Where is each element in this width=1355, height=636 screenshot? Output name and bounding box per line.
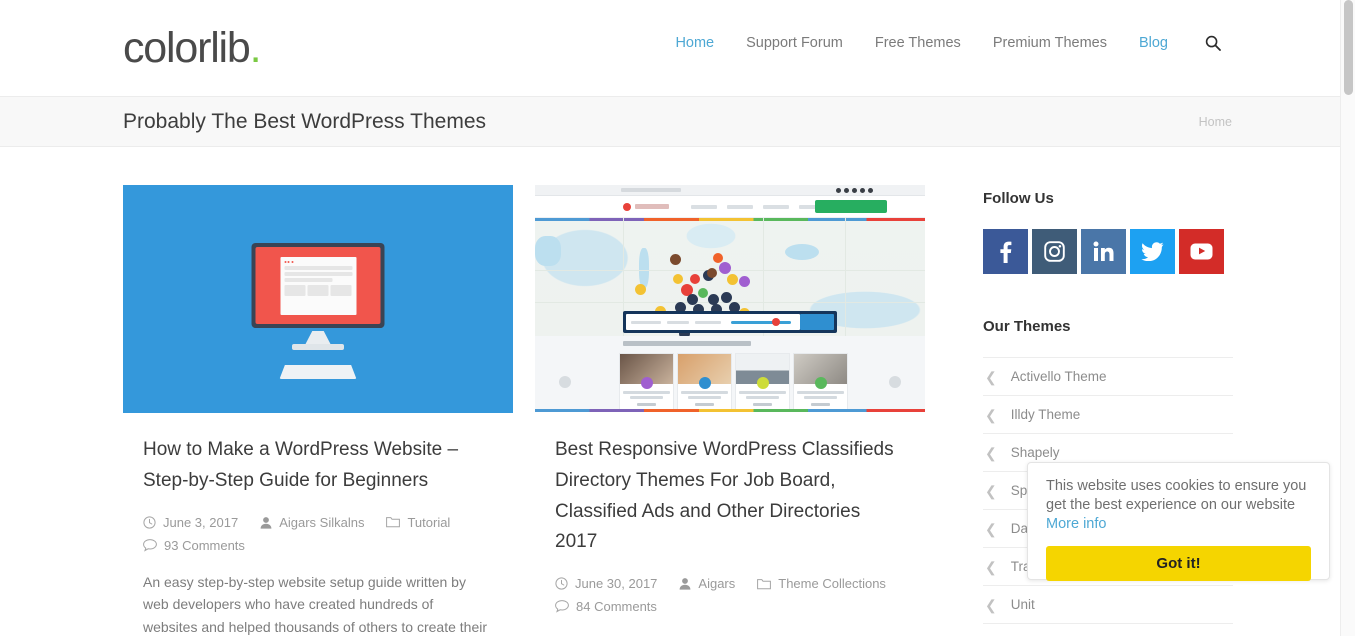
our-themes-title: Our Themes: [983, 318, 1071, 335]
post-thumbnail[interactable]: [123, 185, 513, 413]
post-author-label[interactable]: Aigars: [698, 576, 735, 591]
classifieds-directory-screenshot: [535, 185, 925, 413]
clock-icon: [555, 577, 568, 590]
nav-item-home[interactable]: Home: [675, 35, 714, 51]
user-icon: [680, 578, 691, 590]
post-card: How to Make a WordPress Website – Step-b…: [123, 185, 513, 636]
twitter-icon[interactable]: [1130, 229, 1175, 274]
chevron-left-icon: ❮: [985, 406, 997, 423]
nav-item-free-themes[interactable]: Free Themes: [875, 35, 961, 51]
theme-label: Illdy Theme: [1010, 407, 1081, 422]
cookie-more-info-link[interactable]: More info: [1046, 516, 1106, 532]
logo-text: colorlib: [123, 23, 251, 72]
logo-dot: .: [249, 23, 262, 72]
post-title[interactable]: How to Make a WordPress Website – Step-b…: [143, 435, 488, 497]
facebook-icon[interactable]: [983, 229, 1028, 274]
monitor-stand: [305, 331, 331, 345]
post-meta: June 30, 2017 Aigars Theme Collections 8…: [555, 576, 905, 614]
desktop-computer-illustration: [123, 185, 513, 413]
chevron-left-icon: ❮: [985, 520, 997, 537]
youtube-icon[interactable]: [1179, 229, 1224, 274]
cookie-accept-button[interactable]: Got it!: [1046, 545, 1311, 581]
chevron-left-icon: ❮: [985, 596, 997, 613]
comment-icon: [555, 600, 569, 613]
post-date-label: June 30, 2017: [575, 576, 658, 592]
vertical-scrollbar[interactable]: [1340, 0, 1355, 636]
site-logo[interactable]: colorlib.: [123, 23, 262, 72]
post-author: Aigars Silkalns: [260, 515, 364, 530]
post-category: Tutorial: [386, 515, 450, 530]
comment-icon: [143, 538, 157, 552]
post-date: June 3, 2017: [143, 515, 238, 530]
folder-icon: [757, 578, 772, 589]
cookie-consent-banner: This website uses cookies to ensure you …: [1027, 462, 1330, 581]
post-category-label[interactable]: Theme Collections: [778, 576, 886, 591]
theme-list-item[interactable]: ❮ Unit: [983, 586, 1233, 624]
post-comments: 93 Comments: [143, 538, 245, 553]
post-comments: 84 Comments: [555, 599, 657, 614]
scrollbar-thumb[interactable]: [1344, 0, 1353, 95]
post-author-label[interactable]: Aigars Silkalns: [279, 515, 364, 530]
map-search-bar[interactable]: [623, 311, 837, 333]
chevron-left-icon: ❮: [985, 482, 997, 499]
user-icon: [260, 516, 272, 529]
nav-item-support-forum[interactable]: Support Forum: [746, 35, 843, 51]
page-title: Probably The Best WordPress Themes: [123, 109, 486, 133]
post-card: Best Responsive WordPress Classifieds Di…: [535, 185, 925, 636]
posts-column: How to Make a WordPress Website – Step-b…: [123, 185, 925, 636]
folder-icon: [386, 517, 401, 528]
theme-label: Unit: [1010, 597, 1035, 612]
post-comments-label[interactable]: 93 Comments: [164, 538, 245, 553]
cookie-message: This website uses cookies to ensure you …: [1046, 477, 1311, 534]
post-author: Aigars: [679, 576, 735, 591]
nav-item-blog[interactable]: Blog: [1139, 35, 1168, 51]
post-excerpt: An easy step-by-step website setup guide…: [143, 573, 487, 635]
chevron-left-icon: ❮: [985, 558, 997, 575]
post-excerpt: Comprehensive collection of the best cla…: [555, 632, 900, 636]
chevron-left-icon: ❮: [985, 368, 997, 385]
search-icon[interactable]: [1204, 34, 1222, 52]
cookie-message-text: This website uses cookies to ensure you …: [1046, 478, 1307, 513]
main-navigation: Home Support Forum Free Themes Premium T…: [675, 34, 1222, 52]
monitor-icon: [251, 243, 385, 328]
post-date-label: June 3, 2017: [163, 514, 239, 530]
nav-item-premium-themes[interactable]: Premium Themes: [993, 35, 1107, 51]
linkedin-icon[interactable]: [1081, 229, 1126, 274]
chevron-left-icon: ❮: [985, 444, 997, 461]
site-header: colorlib. Home Support Forum Free Themes…: [0, 0, 1340, 97]
social-links: [983, 229, 1233, 274]
monitor-base: [292, 344, 344, 350]
post-meta: June 3, 2017 Aigars Silkalns Tutorial 93…: [143, 515, 493, 553]
post-date: June 30, 2017: [555, 576, 657, 591]
post-title[interactable]: Best Responsive WordPress Classifieds Di…: [555, 435, 900, 558]
post-category-label[interactable]: Tutorial: [407, 515, 450, 530]
post-category: Theme Collections: [757, 576, 886, 591]
theme-list-item[interactable]: ❮ Activello Theme: [983, 358, 1233, 396]
post-comments-label[interactable]: 84 Comments: [576, 599, 657, 614]
breadcrumb[interactable]: Home: [1199, 115, 1232, 129]
map-illustration: [535, 218, 925, 336]
theme-list-item[interactable]: ❮ Illdy Theme: [983, 396, 1233, 434]
browser-viewport: colorlib. Home Support Forum Free Themes…: [0, 0, 1340, 636]
theme-list-item[interactable]: ❮Pinbin WordPress Theme: [983, 624, 1233, 636]
instagram-icon[interactable]: [1032, 229, 1077, 274]
theme-label: Shapely: [1010, 445, 1060, 460]
theme-label: Activello Theme: [1010, 369, 1107, 384]
page-title-bar: Probably The Best WordPress Themes Home: [0, 97, 1340, 147]
follow-us-title: Follow Us: [983, 190, 1054, 207]
keyboard-icon: [279, 365, 357, 379]
clock-icon: [143, 515, 156, 529]
post-thumbnail[interactable]: [535, 185, 925, 413]
